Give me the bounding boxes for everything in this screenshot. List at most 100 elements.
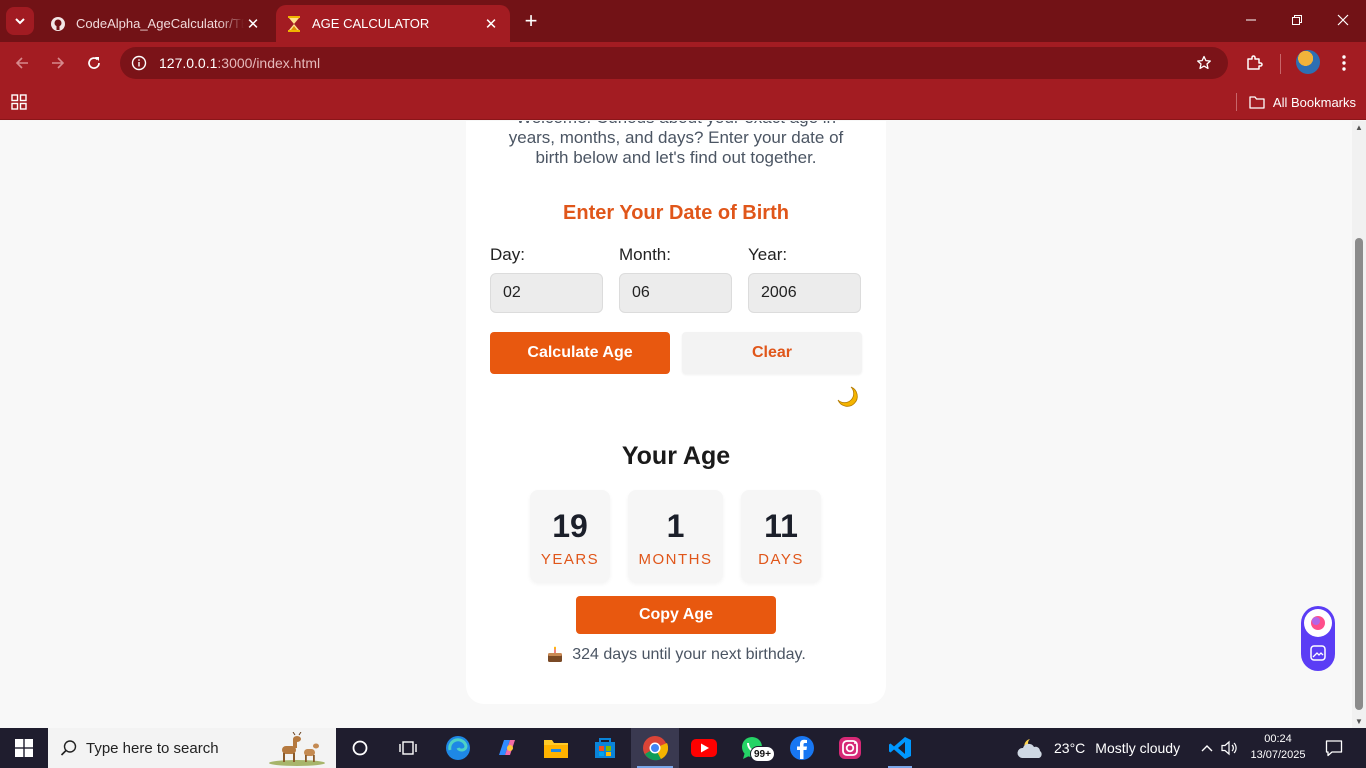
scroll-down-icon[interactable]: ▼ xyxy=(1355,717,1363,726)
clock-date: 13/07/2025 xyxy=(1250,749,1306,761)
years-value: 19 xyxy=(552,508,588,544)
year-field: Year: 2006 xyxy=(748,245,861,313)
year-input[interactable]: 2006 xyxy=(748,273,861,313)
restore-icon xyxy=(1292,15,1302,25)
page-viewport: Welcome! Curious about your exact age in… xyxy=(0,121,1366,728)
days-box: 11 DAYS xyxy=(741,490,821,582)
form-heading: Enter Your Date of Birth xyxy=(563,202,789,224)
url-path: :3000/index.html xyxy=(217,55,321,71)
taskbar-whatsapp[interactable]: 99+ xyxy=(728,728,776,768)
url-text: 127.0.0.1:3000/index.html xyxy=(159,55,320,71)
tab-github[interactable]: CodeAlpha_AgeCalculator/TEST ✕ xyxy=(40,5,272,42)
arrow-left-icon xyxy=(15,57,28,69)
notifications-button[interactable] xyxy=(1320,728,1348,768)
result-heading: Your Age xyxy=(621,442,731,470)
month-label: Month: xyxy=(619,245,671,264)
profile-avatar[interactable] xyxy=(1296,50,1320,74)
all-bookmarks-label: All Bookmarks xyxy=(1272,94,1356,110)
copy-age-button[interactable]: Copy Age xyxy=(576,596,776,634)
bookmark-star-icon[interactable] xyxy=(1194,53,1214,73)
hidden-icons-button[interactable] xyxy=(1196,728,1218,768)
apps-button[interactable] xyxy=(9,92,29,112)
taskbar-copilot[interactable] xyxy=(483,728,531,768)
clock-time: 00:24 xyxy=(1264,733,1292,745)
scroll-up-icon[interactable]: ▲ xyxy=(1355,123,1363,132)
day-input[interactable]: 02 xyxy=(490,273,603,313)
bookmarks-bar: All Bookmarks xyxy=(0,84,1366,120)
taskbar-facebook[interactable] xyxy=(778,728,826,768)
site-info-icon[interactable] xyxy=(122,47,156,79)
new-tab-button[interactable]: + xyxy=(518,8,544,34)
close-window-button[interactable] xyxy=(1320,0,1366,40)
month-field: Month: 06 xyxy=(619,245,732,313)
birthday-text: 324 days until your next birthday. xyxy=(572,646,806,663)
toolbar-divider xyxy=(1280,54,1281,74)
taskbar-edge[interactable] xyxy=(434,728,482,768)
taskbar-youtube[interactable] xyxy=(680,728,728,768)
instagram-icon xyxy=(839,737,861,759)
cortana-button[interactable] xyxy=(336,728,384,768)
all-bookmarks-button[interactable]: All Bookmarks xyxy=(1235,92,1356,112)
deer-illustration-icon xyxy=(269,732,325,766)
month-input[interactable]: 06 xyxy=(619,273,732,313)
minimize-icon xyxy=(1246,19,1256,21)
hourglass-icon xyxy=(286,15,302,32)
notification-badge: 99+ xyxy=(750,746,775,762)
tab-search-button[interactable] xyxy=(6,7,34,35)
page-scrollbar[interactable]: ▲ ▼ xyxy=(1352,121,1366,728)
forward-button[interactable] xyxy=(44,49,72,77)
notification-icon xyxy=(1325,740,1343,757)
taskbar-instagram[interactable] xyxy=(826,728,874,768)
puzzle-icon xyxy=(1247,55,1263,70)
more-vertical-icon xyxy=(1342,55,1346,71)
reload-icon xyxy=(88,57,100,69)
address-bar[interactable]: 127.0.0.1:3000/index.html xyxy=(120,47,1228,79)
restore-button[interactable] xyxy=(1274,0,1320,40)
windows-icon xyxy=(15,739,33,757)
youtube-icon xyxy=(691,739,717,757)
search-icon xyxy=(60,739,78,757)
image-edit-icon[interactable] xyxy=(1308,643,1328,663)
github-icon xyxy=(50,16,66,32)
volume-button[interactable] xyxy=(1219,728,1241,768)
moon-icon[interactable] xyxy=(836,385,860,409)
taskbar-search[interactable]: Type here to search xyxy=(48,728,336,768)
chevron-up-icon xyxy=(1201,745,1213,752)
birthday-countdown: 324 days until your next birthday. xyxy=(466,646,886,664)
reload-button[interactable] xyxy=(80,49,108,77)
taskbar-file-explorer[interactable] xyxy=(532,728,580,768)
url-host: 127.0.0.1 xyxy=(159,55,218,71)
year-label: Year: xyxy=(748,245,788,264)
apps-grid-icon xyxy=(11,94,27,110)
clear-button[interactable]: Clear xyxy=(682,332,862,374)
weather-temp: 23°C xyxy=(1054,740,1086,756)
extensions-button[interactable] xyxy=(1240,49,1268,77)
back-button[interactable] xyxy=(8,49,36,77)
folder-icon xyxy=(1249,95,1265,109)
close-icon[interactable]: ✕ xyxy=(244,15,262,33)
days-unit: DAYS xyxy=(758,551,804,568)
close-icon[interactable]: ✕ xyxy=(482,15,500,33)
bookmarks-divider xyxy=(1235,93,1237,111)
system-clock[interactable]: 00:24 13/07/2025 xyxy=(1243,731,1313,763)
start-button[interactable] xyxy=(0,728,48,768)
years-box: 19 YEARS xyxy=(530,490,610,582)
task-view-button[interactable] xyxy=(384,728,432,768)
weather-widget[interactable]: 23°C Mostly cloudy xyxy=(1016,728,1180,768)
browser-menu-button[interactable] xyxy=(1330,49,1358,77)
tab-age-calculator[interactable]: AGE CALCULATOR ✕ xyxy=(276,5,510,42)
taskbar-vscode[interactable] xyxy=(876,728,924,768)
months-box: 1 MONTHS xyxy=(628,490,723,582)
taskbar-chrome[interactable] xyxy=(631,728,679,768)
store-icon xyxy=(595,738,615,758)
assistant-icon[interactable] xyxy=(1304,609,1332,637)
calculate-age-button[interactable]: Calculate Age xyxy=(490,332,670,374)
task-view-icon xyxy=(399,741,417,755)
volume-icon xyxy=(1221,740,1237,756)
floating-widget[interactable] xyxy=(1301,606,1335,671)
scroll-thumb[interactable] xyxy=(1355,238,1363,710)
years-unit: YEARS xyxy=(540,551,600,568)
taskbar-store[interactable] xyxy=(581,728,629,768)
minimize-button[interactable] xyxy=(1228,0,1274,40)
chevron-down-icon xyxy=(15,18,25,25)
